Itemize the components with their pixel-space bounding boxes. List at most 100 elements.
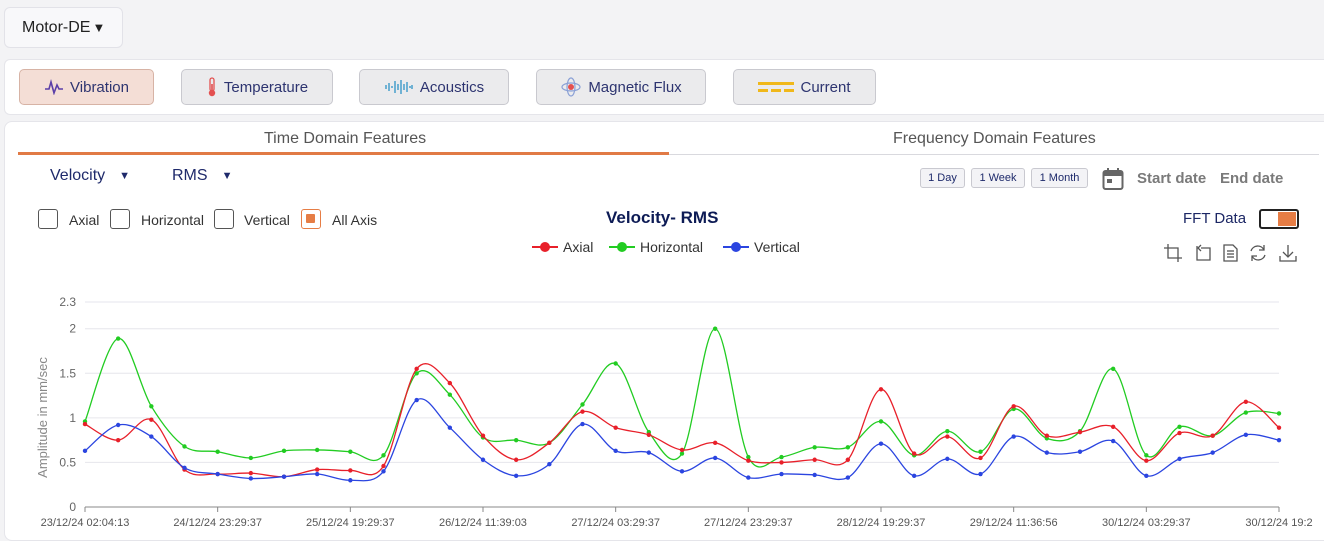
data-point-axial: [513, 457, 519, 462]
data-point-vertical: [1011, 434, 1016, 439]
download-icon[interactable]: [1278, 243, 1298, 263]
data-point-vertical: [978, 471, 983, 477]
tab-time-domain[interactable]: Time Domain Features: [264, 130, 426, 148]
data-point-vertical: [381, 469, 386, 474]
sensor-button-vibration[interactable]: Vibration: [19, 69, 154, 105]
data-point-axial: [1110, 424, 1116, 429]
y-tick-label: 1.5: [59, 366, 76, 380]
checkbox-all-axis[interactable]: [301, 209, 321, 229]
end-date-field[interactable]: End date: [1220, 170, 1283, 187]
data-point-vertical: [1044, 450, 1050, 455]
restore-icon[interactable]: [1248, 243, 1268, 263]
checkbox-axial[interactable]: [38, 209, 58, 229]
sensor-type-bar: Vibration Temperature Acoustics Magnetic…: [4, 59, 1324, 115]
calendar-icon[interactable]: [1102, 167, 1124, 196]
sensor-label: Magnetic Flux: [588, 78, 682, 96]
metric-dropdown[interactable]: Velocity ▼: [50, 167, 130, 185]
vibration-wave-icon: [44, 79, 64, 95]
data-point-axial: [746, 458, 751, 463]
fft-data-label: FFT Data: [1183, 210, 1247, 227]
legend-item-axial[interactable]: Axial: [532, 239, 593, 255]
sensor-button-acoustics[interactable]: Acoustics: [359, 69, 509, 105]
data-point-vertical: [613, 448, 618, 454]
checkbox-vertical[interactable]: [214, 209, 234, 229]
checkbox-label-all-axis: All Axis: [332, 212, 378, 228]
data-point-horizontal: [613, 361, 618, 366]
x-tick-label: 24/12/24 23:29:37: [173, 517, 262, 529]
zoom-icon[interactable]: [1163, 243, 1183, 263]
data-point-axial: [580, 409, 585, 414]
data-point-vertical: [547, 462, 552, 467]
data-point-horizontal: [215, 449, 220, 454]
x-tick-label: 25/12/24 19:29:37: [306, 517, 395, 529]
data-point-horizontal: [115, 336, 121, 341]
velocity-rms-chart[interactable]: 0 0.5 1 1.5 2 2.3 23/12/24 02:04:13 24/12/24 23…: [0, 280, 1324, 533]
data-point-vertical: [281, 474, 287, 479]
x-tick-label: 30/12/24 19:2: [1245, 517, 1312, 529]
sound-wave-icon: [384, 79, 414, 95]
data-point-vertical: [480, 457, 486, 462]
tab-frequency-domain[interactable]: Frequency Domain Features: [893, 130, 1096, 148]
data-point-axial: [945, 434, 950, 439]
legend-item-horizontal[interactable]: Horizontal: [609, 239, 703, 255]
legend-label: Vertical: [754, 239, 800, 255]
data-point-axial: [812, 457, 817, 462]
data-point-axial: [911, 451, 917, 456]
data-point-vertical: [414, 397, 419, 403]
tab-divider: [669, 154, 1319, 155]
data-point-vertical: [447, 425, 453, 430]
x-tick-label: 29/12/24 11:36:56: [970, 517, 1058, 529]
range-1-day-button[interactable]: 1 Day: [920, 168, 965, 188]
current-lines-icon: [758, 80, 795, 94]
start-date-field[interactable]: Start date: [1137, 170, 1206, 187]
data-point-horizontal: [1243, 410, 1249, 415]
active-tab-indicator: [18, 152, 669, 155]
range-1-month-button[interactable]: 1 Month: [1031, 168, 1088, 188]
caret-down-icon: ▼: [119, 170, 131, 182]
data-point-axial: [845, 457, 851, 462]
data-point-vertical: [746, 475, 751, 480]
data-point-vertical: [149, 434, 154, 439]
sensor-button-temperature[interactable]: Temperature: [181, 69, 333, 105]
checkbox-label-vertical: Vertical: [244, 212, 290, 228]
data-point-axial: [613, 425, 618, 430]
data-point-vertical: [1144, 473, 1149, 479]
data-point-vertical: [945, 456, 950, 462]
legend-item-vertical[interactable]: Vertical: [723, 239, 800, 255]
sensor-button-magnetic-flux[interactable]: Magnetic Flux: [536, 69, 706, 105]
data-point-vertical: [513, 473, 519, 479]
data-point-axial: [1210, 433, 1215, 438]
data-point-axial: [878, 387, 884, 392]
data-point-horizontal: [248, 455, 254, 461]
data-point-axial: [381, 463, 386, 469]
range-1-week-button[interactable]: 1 Week: [971, 168, 1025, 188]
checkbox-horizontal[interactable]: [110, 209, 130, 229]
data-point-horizontal: [1276, 411, 1282, 416]
thermometer-icon: [206, 77, 218, 97]
caret-down-icon: ▼: [221, 170, 233, 182]
data-point-vertical: [115, 422, 121, 428]
data-point-vertical: [845, 475, 851, 480]
sensor-label: Acoustics: [419, 78, 485, 96]
sensor-button-current[interactable]: Current: [733, 69, 876, 105]
data-point-axial: [646, 432, 652, 438]
data-view-icon[interactable]: [1220, 243, 1240, 263]
statistic-dropdown-value: RMS: [172, 167, 208, 184]
statistic-dropdown[interactable]: RMS ▼: [172, 167, 232, 185]
fft-data-toggle[interactable]: [1259, 209, 1299, 229]
data-point-vertical: [712, 455, 718, 461]
asset-selector[interactable]: Motor-DE ▼: [4, 7, 123, 48]
y-tick-label: 0.5: [59, 455, 76, 469]
data-point-vertical: [348, 478, 353, 483]
zoom-reset-icon[interactable]: [1192, 243, 1212, 263]
data-point-horizontal: [149, 404, 154, 409]
data-point-horizontal: [779, 454, 784, 460]
data-point-vertical: [1243, 432, 1249, 438]
data-point-horizontal: [1144, 453, 1149, 458]
sensor-label: Current: [800, 78, 851, 96]
data-point-horizontal: [945, 429, 950, 434]
data-point-horizontal: [348, 449, 353, 454]
series-line-vertical: [84, 398, 1280, 482]
data-point-axial: [314, 467, 320, 472]
data-point-vertical: [248, 476, 254, 481]
